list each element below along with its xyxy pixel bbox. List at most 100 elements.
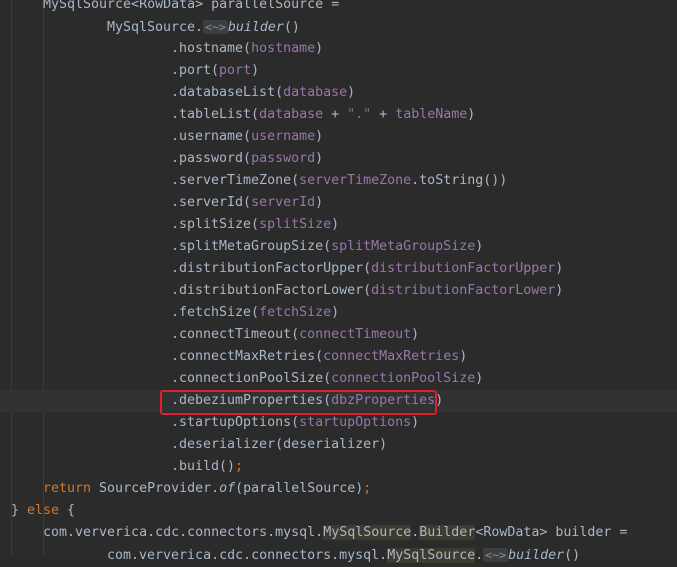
code-text: .serverId(serverId) [171,192,323,214]
code-line[interactable]: MySqlSource. <~> builder() [0,16,677,38]
code-text: .databaseList(database) [171,82,355,104]
code-token: ) [315,195,324,210]
code-text: } else { [11,500,75,522]
code-token: .build() [171,459,236,474]
code-line[interactable]: .connectMaxRetries(connectMaxRetries) [0,346,677,368]
code-token: .distributionFactorLower( [171,283,372,298]
code-token: .port( [171,63,220,78]
code-token: ) [251,63,260,78]
code-line[interactable]: .deserializer(deserializer) [0,434,677,456]
code-token: .username( [171,129,252,144]
code-line[interactable]: .databaseList(database) [0,82,677,104]
code-token: serverTimeZone [299,173,412,188]
code-line[interactable]: .port(port) [0,60,677,82]
code-token: (parallelSource) [235,481,364,496]
code-text: .username(username) [171,126,323,148]
code-token: .hostname( [171,41,252,56]
code-token: hostname [251,41,316,56]
code-token: distributionFactorLower [371,283,556,298]
code-line[interactable]: .hostname(hostname) [0,38,677,60]
code-token: ) [331,217,340,232]
code-token: connectionPoolSize [331,371,476,386]
code-text: .splitSize(splitSize) [171,214,339,236]
code-token: () [283,20,300,35]
code-line[interactable]: .build(); [0,456,677,478]
code-line[interactable]: .splitMetaGroupSize(splitMetaGroupSize) [0,236,677,258]
code-token: .splitMetaGroupSize( [171,239,332,254]
code-token: database [259,107,324,122]
code-line[interactable]: .distributionFactorUpper(distributionFac… [0,258,677,280]
code-line[interactable]: } else { [0,500,677,522]
code-text: .connectTimeout(connectTimeout) [171,324,419,346]
code-text: .connectionPoolSize(connectionPoolSize) [171,368,483,390]
code-line[interactable]: .username(username) [0,126,677,148]
code-token: com.ververica.cdc.connectors.mysql. [43,525,324,540]
code-token: ; [363,481,372,496]
code-token: .databaseList( [171,85,284,100]
code-token: MySqlSource. [107,20,204,35]
code-text: com.ververica.cdc.connectors.mysql.MySql… [43,522,627,544]
code-token: ) [555,261,564,276]
code-text: .distributionFactorUpper(distributionFac… [171,258,563,280]
code-line[interactable]: return SourceProvider.of(parallelSource)… [0,478,677,500]
code-token: ) [411,415,420,430]
inlay-hint: <~> [483,548,509,562]
code-token: password [251,151,316,166]
code-token: .connectTimeout( [171,327,300,342]
code-token: MySqlSource<RowData> parallelSource = [43,0,340,12]
code-token: ) [475,239,484,254]
code-token: ) [555,283,564,298]
code-token: connectTimeout [299,327,412,342]
code-line[interactable]: com.ververica.cdc.connectors.mysql.MySql… [0,522,677,544]
code-token: ) [467,107,476,122]
code-token: ) [459,349,468,364]
code-token: + [371,107,396,122]
code-token: serverId [251,195,316,210]
code-line[interactable]: .password(password) [0,148,677,170]
code-token: connectMaxRetries [323,349,460,364]
code-line[interactable]: .serverTimeZone(serverTimeZone.toString(… [0,170,677,192]
code-text: return SourceProvider.of(parallelSource)… [43,478,371,500]
code-token: SourceProvider. [99,481,220,496]
code-line[interactable]: .tableList(database + "." + tableName) [0,104,677,126]
code-line[interactable]: .startupOptions(startupOptions) [0,412,677,434]
code-text: .hostname(hostname) [171,38,323,60]
code-token: .serverTimeZone( [171,173,300,188]
code-token: <RowData> builder = [475,525,628,540]
code-token: { [59,503,76,518]
code-token: .tableList( [171,107,260,122]
code-text: .splitMetaGroupSize(splitMetaGroupSize) [171,236,483,258]
code-text: .distributionFactorLower(distributionFac… [171,280,563,302]
code-line[interactable]: .serverId(serverId) [0,192,677,214]
code-token: .serverId( [171,195,252,210]
code-text: MySqlSource. <~> builder() [107,16,300,39]
code-line[interactable]: .splitSize(splitSize) [0,214,677,236]
code-line[interactable]: .distributionFactorLower(distributionFac… [0,280,677,302]
code-token: splitMetaGroupSize [331,239,476,254]
code-token: .deserializer(deserializer) [171,437,388,452]
code-token: fetchSize [259,305,332,320]
code-token: ) [315,129,324,144]
code-editor[interactable]: MySqlSource<RowData> parallelSource = MyS… [0,0,677,563]
code-token: ) [315,151,324,166]
code-token: .toString()) [411,173,508,188]
code-line[interactable]: .connectionPoolSize(connectionPoolSize) [0,368,677,390]
code-line[interactable]: com.ververica.cdc.connectors.mysql.MySql… [0,544,677,566]
code-token: database [283,85,348,100]
code-token: "." [347,107,372,122]
code-text: .build(); [171,456,243,478]
code-line[interactable]: .connectTimeout(connectTimeout) [0,324,677,346]
code-text: .deserializer(deserializer) [171,434,387,456]
code-text: .fetchSize(fetchSize) [171,302,339,324]
code-token: } [11,503,28,518]
code-token: ) [411,327,420,342]
code-line[interactable]: .fetchSize(fetchSize) [0,302,677,324]
code-token: startupOptions [299,415,412,430]
code-line[interactable]: MySqlSource<RowData> parallelSource = [0,0,677,16]
code-token: Builder [419,525,476,540]
code-text: .tableList(database + "." + tableName) [171,104,475,126]
code-token: .fetchSize( [171,305,260,320]
code-text: .port(port) [171,60,259,82]
code-text: .serverTimeZone(serverTimeZone.toString(… [171,170,507,192]
highlight-box [160,390,437,415]
